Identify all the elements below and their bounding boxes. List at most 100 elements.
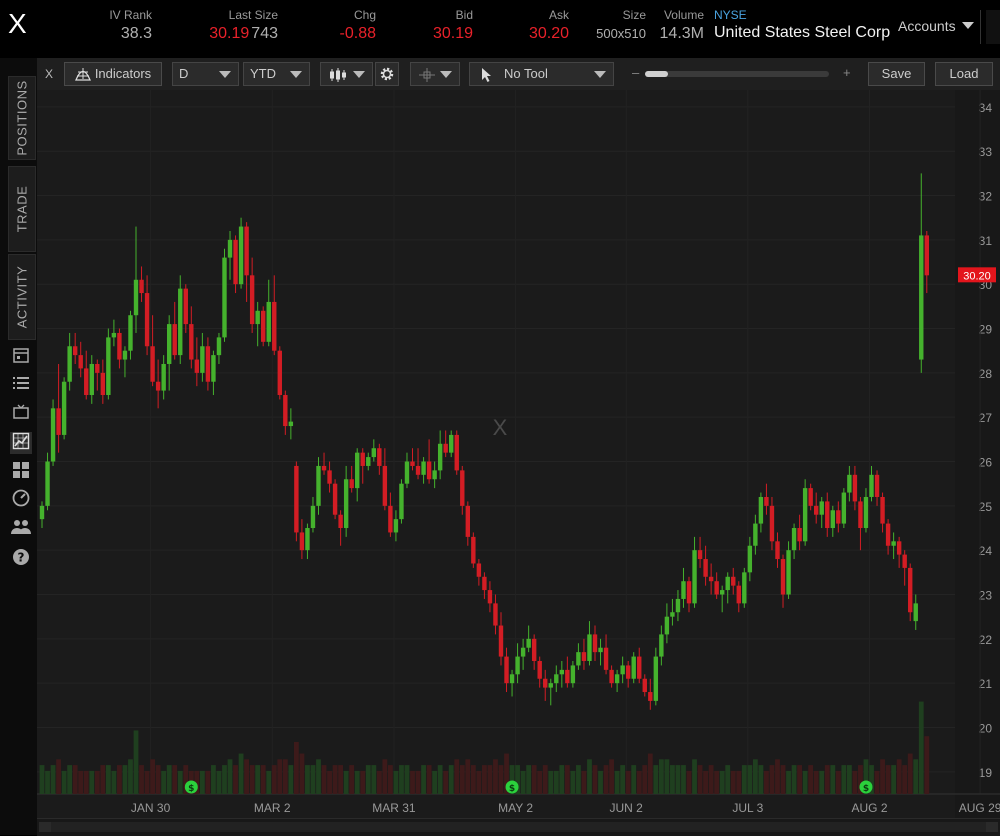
- chart-icon[interactable]: [10, 432, 32, 454]
- candle-body: [321, 465, 327, 471]
- volume-bar: [133, 730, 139, 794]
- current-price-tag: 30.20: [958, 267, 996, 283]
- zoom-slider[interactable]: [645, 71, 829, 77]
- volume-bar: [786, 770, 791, 794]
- y-tick-label: 26: [979, 456, 993, 470]
- zoom-slider-thumb[interactable]: [645, 71, 668, 77]
- symbol[interactable]: X: [8, 8, 27, 40]
- candle-body: [747, 545, 753, 573]
- candle-body: [476, 563, 482, 577]
- volume-bar: [410, 770, 415, 794]
- volume-bar: [686, 770, 692, 794]
- x-tick-label: MAY 2: [498, 801, 533, 815]
- scroll-thumb[interactable]: [51, 822, 986, 832]
- candle-body: [78, 355, 83, 369]
- grid-icon[interactable]: [10, 461, 32, 483]
- candle-body: [399, 483, 404, 520]
- quote-header: X IV Rank 38.3 Last Size 30.19 743 Chg -0…: [0, 0, 1000, 58]
- chart-symbol-label[interactable]: X: [45, 67, 53, 81]
- volume-bar: [830, 765, 836, 794]
- candle-body: [288, 421, 294, 427]
- scroll-right-button[interactable]: [986, 822, 998, 832]
- candle-body: [659, 634, 664, 657]
- candle-body: [592, 634, 598, 653]
- candle-body: [830, 510, 835, 529]
- zoom-out-button[interactable]: –: [632, 65, 639, 80]
- candle-body: [155, 381, 161, 391]
- volume-bar: [747, 765, 753, 794]
- chevron-down-icon: [440, 71, 452, 78]
- candle-body: [520, 647, 526, 657]
- volume-bar: [647, 753, 653, 794]
- candle-body: [377, 448, 382, 466]
- volume-bar: [653, 765, 659, 794]
- volume-bar: [681, 765, 686, 794]
- volume-bar: [730, 770, 736, 794]
- tab-trade[interactable]: TRADE: [8, 166, 36, 252]
- crosshair-select[interactable]: [410, 62, 460, 86]
- candle-body: [869, 474, 874, 497]
- volume-value: 14.3M: [659, 25, 704, 42]
- candle-body: [902, 554, 907, 568]
- volume-bar: [72, 765, 78, 794]
- tab-positions[interactable]: POSITIONS: [8, 76, 36, 160]
- volume-bar: [128, 759, 133, 794]
- volume-bar: [636, 770, 642, 794]
- volume-bar: [631, 765, 637, 794]
- people-icon[interactable]: [10, 518, 32, 540]
- interval-select[interactable]: D: [172, 62, 239, 86]
- candle-body: [144, 293, 150, 347]
- candle-body: [106, 337, 111, 396]
- list-icon[interactable]: [10, 374, 32, 396]
- candle-body: [780, 559, 786, 595]
- volume-bar: [216, 770, 222, 794]
- tv-icon[interactable]: [10, 403, 32, 425]
- drawing-tool-select[interactable]: No Tool: [469, 62, 614, 86]
- volume-bar: [482, 765, 487, 794]
- price-axis: [955, 90, 1000, 818]
- interval-value: D: [179, 66, 189, 81]
- horizontal-scrollbar[interactable]: [37, 818, 1000, 836]
- load-button[interactable]: Load: [935, 62, 993, 86]
- price-chart[interactable]: 19202122232425262728293031323334JAN 30 MA…: [37, 90, 1000, 818]
- chevron-down-icon: [353, 71, 365, 78]
- range-select[interactable]: YTD: [243, 62, 310, 86]
- chart-style-select[interactable]: [320, 62, 373, 86]
- crosshair-icon: [419, 67, 435, 89]
- save-button[interactable]: Save: [868, 62, 925, 86]
- candle-body: [620, 665, 625, 675]
- volume-bar: [780, 765, 786, 794]
- candle-body: [498, 625, 504, 657]
- volume-bar: [526, 765, 532, 794]
- volume-bar: [703, 770, 708, 794]
- zoom-in-button[interactable]: +: [843, 65, 851, 80]
- volume-bar: [609, 759, 614, 794]
- volume-bar: [692, 759, 697, 794]
- iv-rank-value: 38.3: [120, 25, 152, 42]
- gauge-icon[interactable]: [10, 489, 32, 511]
- volume-bar: [675, 765, 681, 794]
- volume-bar: [531, 765, 537, 794]
- volume-bar: [658, 759, 664, 794]
- volume-bar: [117, 765, 122, 794]
- volume-bar: [415, 770, 421, 794]
- candle-body: [819, 501, 824, 515]
- candle-body: [548, 683, 553, 688]
- scroll-left-button[interactable]: [39, 822, 51, 832]
- volume-bar: [282, 759, 288, 794]
- volume-bar: [266, 770, 272, 794]
- tab-activity[interactable]: ACTIVITY: [8, 254, 36, 340]
- candle-body: [642, 678, 647, 693]
- chart-settings-button[interactable]: [375, 62, 399, 86]
- last-size: Last Size 30.19 743: [190, 8, 278, 45]
- calendar-icon[interactable]: [10, 346, 32, 368]
- indicators-button[interactable]: Indicators: [64, 62, 162, 86]
- accounts-menu[interactable]: Accounts: [898, 18, 974, 34]
- candle-body: [847, 474, 852, 493]
- volume-bar: [797, 765, 803, 794]
- volume-bar: [139, 765, 144, 794]
- help-icon[interactable]: ?: [10, 548, 32, 570]
- candle-body: [808, 488, 813, 506]
- indicators-icon: [74, 66, 91, 88]
- volume-bar: [89, 770, 95, 794]
